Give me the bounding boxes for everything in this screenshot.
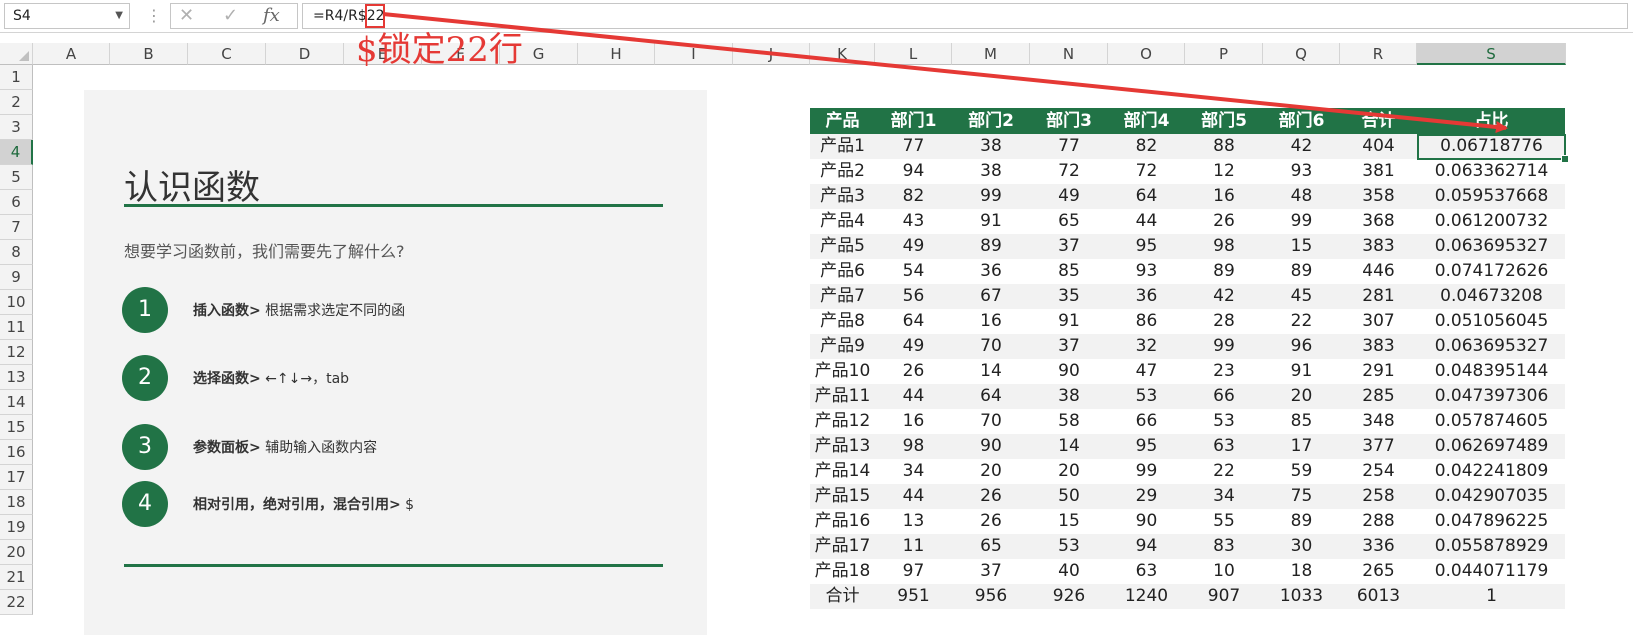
annotation-arrow [382, 12, 1508, 133]
